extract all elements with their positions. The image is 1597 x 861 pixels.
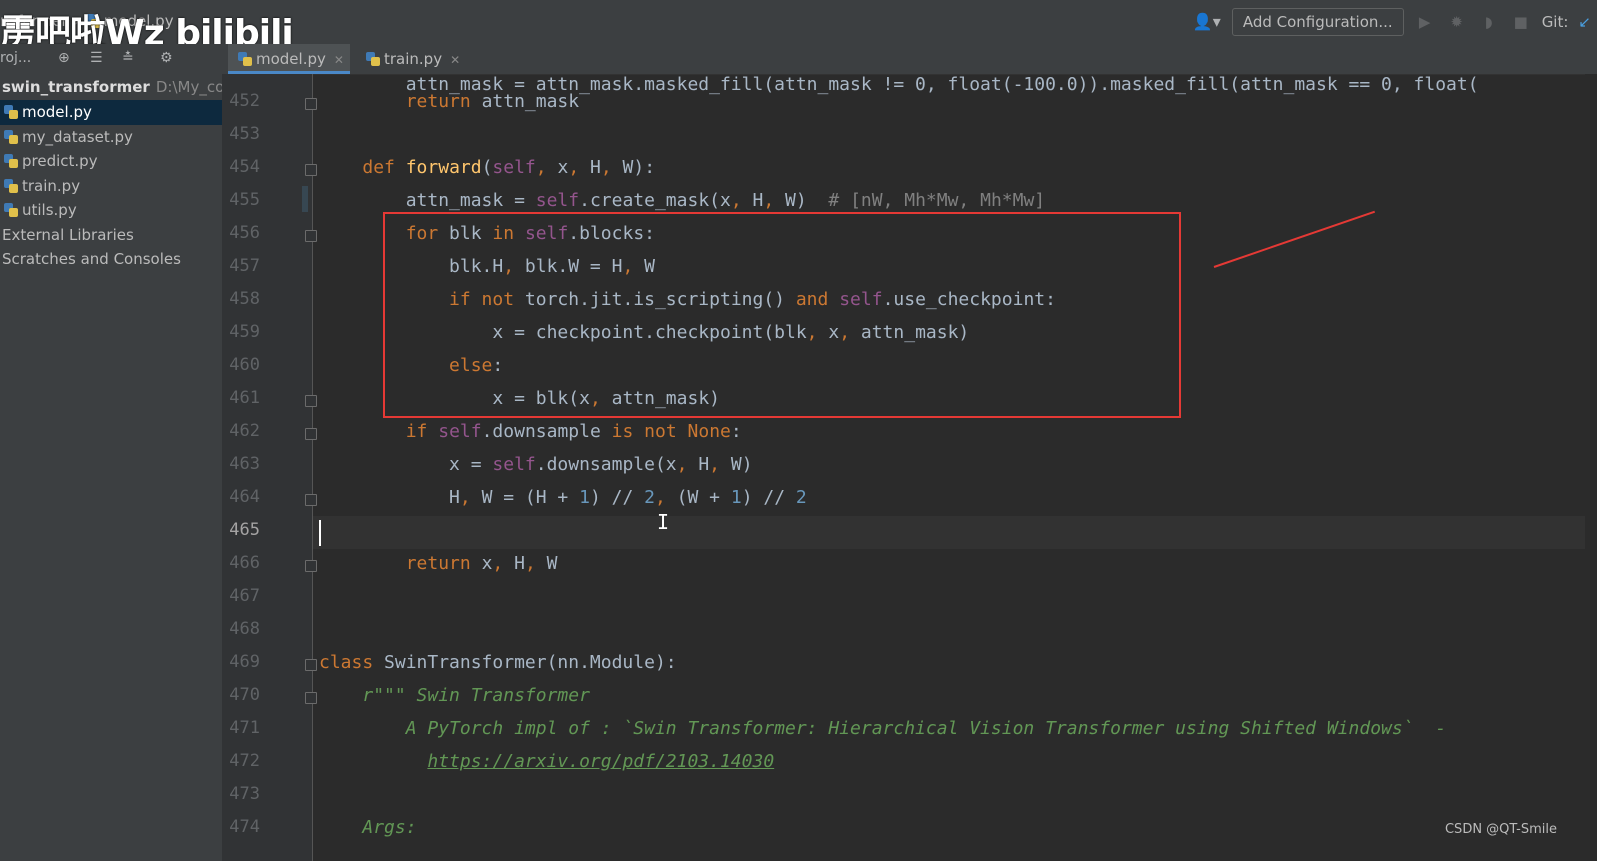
line-number: 458 bbox=[229, 289, 260, 309]
close-icon[interactable]: ✕ bbox=[450, 53, 460, 67]
line-number: 457 bbox=[229, 256, 260, 276]
tree-file-model-py[interactable]: model.py bbox=[0, 100, 222, 125]
line-number-gutter[interactable]: 452 453 454 455 456 457 458 459 460 461 … bbox=[222, 74, 317, 861]
line-number: 468 bbox=[229, 619, 260, 639]
python-file-icon bbox=[238, 52, 252, 66]
line-number: 463 bbox=[229, 454, 260, 474]
tree-file-my-dataset-py[interactable]: my_dataset.py bbox=[0, 125, 222, 150]
python-file-icon bbox=[4, 129, 18, 144]
run-icon[interactable]: ▶ bbox=[1414, 11, 1436, 33]
line-number: 462 bbox=[229, 421, 260, 441]
code-line-474: Args: bbox=[362, 817, 417, 838]
project-tree: swin_transformer D:\My_code model.py my_d… bbox=[0, 74, 223, 861]
file-label: model.py bbox=[22, 103, 92, 121]
python-file-icon bbox=[366, 52, 380, 66]
line-number: 466 bbox=[229, 553, 260, 573]
python-file-icon bbox=[4, 178, 18, 193]
line-number: 473 bbox=[229, 784, 260, 804]
stop-icon[interactable]: ■ bbox=[1510, 11, 1532, 33]
change-marker bbox=[302, 186, 308, 212]
git-label: Git: bbox=[1541, 13, 1569, 31]
line-number: 472 bbox=[229, 751, 260, 771]
line-number: 461 bbox=[229, 388, 260, 408]
line-number: 459 bbox=[229, 322, 260, 342]
editor-tabs: model.py ✕ train.py ✕ bbox=[222, 44, 1597, 75]
project-root-name: swin_transformer bbox=[2, 78, 150, 96]
python-file-icon bbox=[4, 105, 18, 119]
tab-label: model.py bbox=[256, 50, 326, 68]
python-file-icon bbox=[4, 203, 18, 217]
project-toolbar: roj... ⊕ ☰ ≛ ⚙ bbox=[0, 44, 222, 74]
line-number: 470 bbox=[229, 685, 260, 705]
file-label: my_dataset.py bbox=[22, 127, 133, 146]
user-icon[interactable]: 👤▾ bbox=[1192, 11, 1222, 33]
code-line-464: H, W = (H + 1) // 2, (W + 1) // 2 bbox=[319, 487, 807, 508]
python-file-icon bbox=[4, 154, 18, 168]
code-line-454: def forward(self, x, H, W): bbox=[362, 157, 656, 178]
tree-file-predict-py[interactable]: predict.py bbox=[0, 149, 222, 174]
code-line-466: return x, H, W bbox=[405, 553, 558, 574]
project-view-label[interactable]: roj... bbox=[0, 50, 31, 66]
line-number: 474 bbox=[229, 817, 260, 837]
code-line-463: x = self.downsample(x, H, W) bbox=[319, 454, 753, 475]
editor-scrollbar[interactable] bbox=[1585, 74, 1597, 861]
close-icon[interactable]: ✕ bbox=[334, 53, 344, 67]
line-number: 452 bbox=[229, 91, 260, 111]
line-number-current: 465 bbox=[229, 520, 260, 540]
code-line-470: r""" Swin Transformer bbox=[362, 685, 590, 706]
tree-scratches-and-consoles[interactable]: Scratches and Consoles bbox=[0, 247, 222, 272]
line-number: 469 bbox=[229, 652, 260, 672]
git-update-icon[interactable]: ↙ bbox=[1578, 13, 1591, 31]
file-label: utils.py bbox=[22, 201, 77, 219]
line-number: 471 bbox=[229, 718, 260, 738]
line-number: 455 bbox=[229, 190, 260, 210]
code-line-462: if self.downsample is not None: bbox=[405, 421, 742, 442]
line-number: 454 bbox=[229, 157, 260, 177]
line-number: 467 bbox=[229, 586, 260, 606]
code-editor[interactable]: attn_mask = attn_mask.masked_fill(attn_m… bbox=[313, 74, 1597, 861]
locate-icon[interactable]: ⊕ bbox=[58, 50, 70, 66]
project-root[interactable]: swin_transformer D:\My_code bbox=[0, 74, 222, 100]
collapse-icon[interactable]: ☰ bbox=[90, 50, 103, 66]
debug-icon[interactable]: ✹ bbox=[1446, 11, 1468, 33]
line-number: 460 bbox=[229, 355, 260, 375]
add-configuration-button[interactable]: Add Configuration... bbox=[1231, 8, 1404, 36]
tree-external-libraries[interactable]: External Libraries bbox=[0, 223, 222, 248]
line-number: 456 bbox=[229, 223, 260, 243]
line-number: 464 bbox=[229, 487, 260, 507]
file-label: predict.py bbox=[22, 152, 98, 170]
tree-file-utils-py[interactable]: utils.py bbox=[0, 198, 222, 223]
text-caret bbox=[319, 520, 321, 546]
line-number: 453 bbox=[229, 124, 260, 144]
project-root-path: D:\My_code bbox=[155, 78, 222, 96]
code-line-469: class SwinTransformer(nn.Module): bbox=[319, 652, 677, 673]
code-line-471: A PyTorch impl of : `Swin Transformer: H… bbox=[405, 718, 1447, 739]
toolbar: 👤▾ Add Configuration... ▶ ✹ ◗ ■ Git: ↙ bbox=[1192, 7, 1597, 37]
tree-file-train-py[interactable]: train.py bbox=[0, 174, 222, 199]
title-bar: nsformer › model.py 雳吧啦Wz bilibili 👤▾ Add … bbox=[0, 0, 1597, 54]
gear-icon[interactable]: ⚙ bbox=[160, 50, 173, 66]
coverage-icon[interactable]: ◗ bbox=[1478, 11, 1500, 33]
expand-icon[interactable]: ≛ bbox=[122, 50, 134, 66]
tab-label: train.py bbox=[384, 50, 443, 68]
file-label: train.py bbox=[22, 176, 81, 195]
tab-model-py[interactable]: model.py ✕ bbox=[228, 44, 350, 74]
highlight-box bbox=[383, 212, 1181, 418]
current-line-highlight bbox=[313, 516, 1597, 549]
code-line-472: https://arxiv.org/pdf/2103.14030 bbox=[427, 751, 775, 772]
tab-train-py[interactable]: train.py ✕ bbox=[356, 44, 470, 74]
mouse-ibeam-cursor: I bbox=[657, 510, 670, 534]
csdn-credit: CSDN @QT-Smile bbox=[1444, 822, 1557, 837]
code-line-452: return attn_mask bbox=[405, 91, 580, 112]
